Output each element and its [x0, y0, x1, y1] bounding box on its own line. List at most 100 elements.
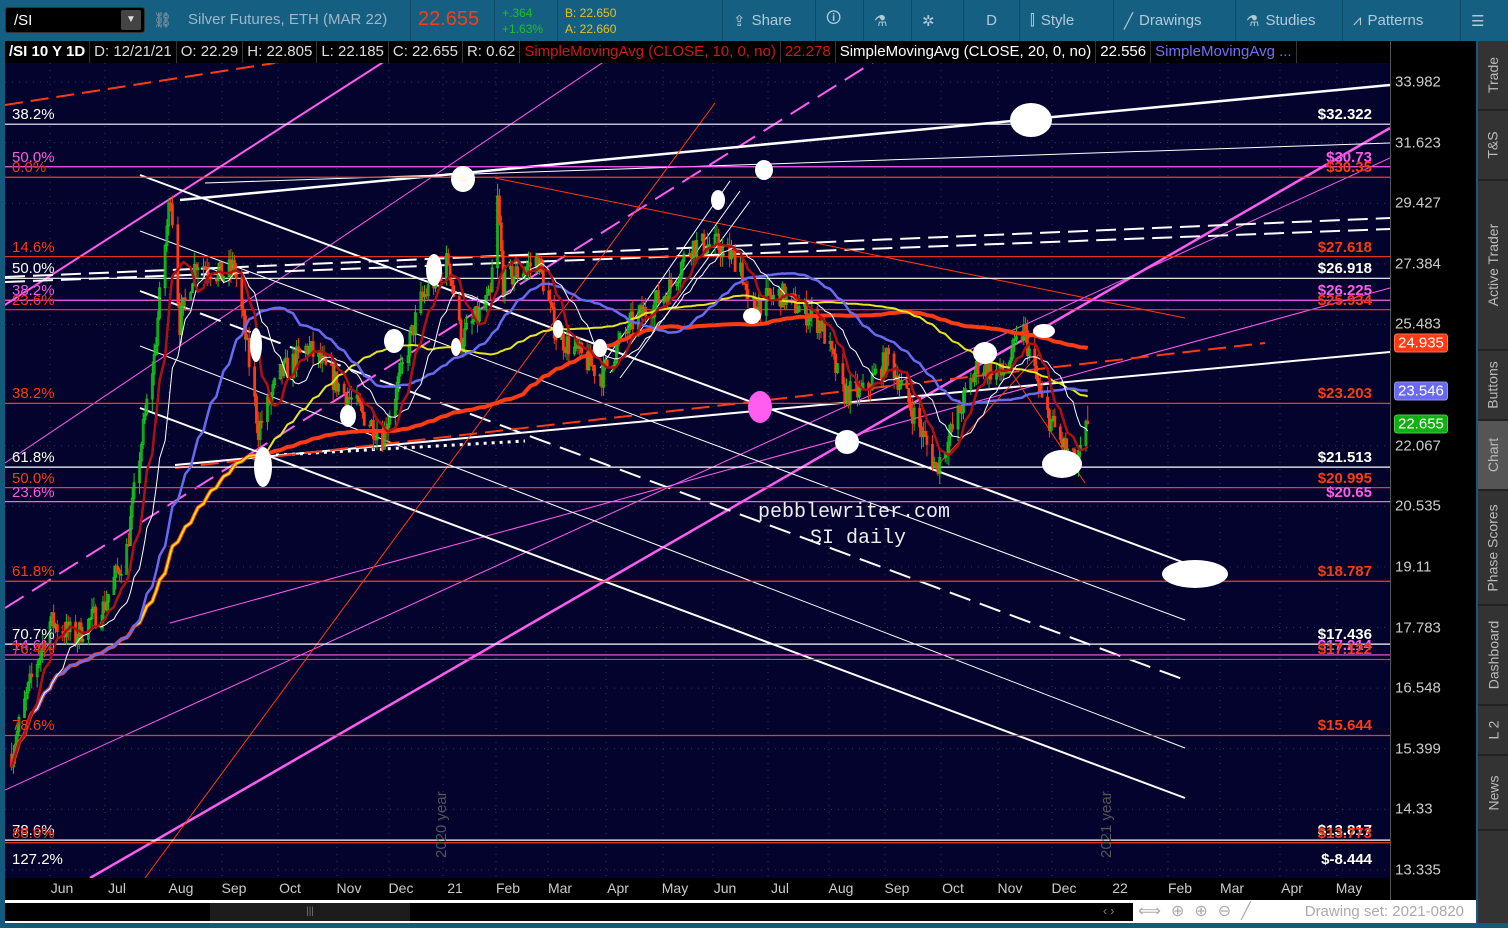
style-button[interactable]: ⫿ Style: [1019, 0, 1084, 41]
pan-icon[interactable]: ⟺: [1138, 901, 1161, 921]
grid: [5, 63, 1390, 878]
sidebar-tab-dashboard[interactable]: Dashboard: [1478, 606, 1508, 706]
legend-sma50[interactable]: SimpleMovingAvg ...: [1151, 41, 1297, 63]
time-tick: 22: [1112, 880, 1128, 896]
time-tick: Apr: [1281, 880, 1303, 896]
legend-sma20[interactable]: SimpleMovingAvg (CLOSE, 20, 0, no): [836, 41, 1097, 63]
sidebar-tab-chart[interactable]: Chart: [1478, 421, 1508, 491]
sidebar-tab-label: Dashboard: [1485, 620, 1501, 690]
sidebar-tab-trade[interactable]: Trade: [1478, 41, 1508, 111]
patterns-button[interactable]: ⩘ Patterns: [1342, 0, 1433, 41]
zoom-in-icon[interactable]: ⊕: [1194, 901, 1207, 921]
time-tick: Aug: [168, 880, 194, 896]
draw-line-icon[interactable]: ╱: [1241, 901, 1251, 921]
sidebar-tab-label: Phase Scores: [1485, 503, 1502, 592]
flask-button[interactable]: ⚗: [863, 0, 911, 41]
legend-sma10[interactable]: SimpleMovingAvg (CLOSE, 10, 0, no): [520, 41, 781, 63]
menu-button[interactable]: ☰: [1460, 0, 1508, 41]
pencil-line-icon: ╱: [1124, 12, 1134, 30]
price-axis[interactable]: 33.982 31.623 29.427 27.384 25.483 22.067 20.5…: [1390, 41, 1476, 901]
list-icon: ☰: [1471, 12, 1485, 30]
candle-body: [359, 401, 362, 407]
candle-body: [233, 259, 236, 271]
candle-body: [768, 288, 772, 297]
zoom-out-icon[interactable]: ⊖: [1218, 901, 1231, 921]
scroll-arrows-icon[interactable]: ‹ ›: [1103, 904, 1114, 918]
candle-body: [260, 420, 264, 423]
candle-body: [593, 365, 596, 376]
level-fib-label: 61.8%: [12, 449, 55, 467]
price-tick: 19.11: [1395, 558, 1432, 576]
chart-title: /SI 10 Y 1D: [5, 41, 91, 63]
candle-body: [867, 382, 870, 389]
scrollbar-thumb[interactable]: |||: [210, 903, 410, 921]
time-tick: May: [661, 880, 689, 896]
candle-body: [656, 290, 660, 304]
share-button[interactable]: ⇪ Share: [722, 0, 802, 41]
info-icon: 🛈: [826, 10, 842, 27]
time-axis[interactable]: Jun Jul Aug Sep Oct Nov Dec 21 Feb Mar Apr May Jun Ju…: [5, 878, 1390, 900]
candle-body: [1053, 415, 1057, 428]
link-icon[interactable]: ⛓: [153, 11, 172, 29]
info-button[interactable]: 🛈: [815, 0, 863, 41]
studies-button[interactable]: ⚗ Studies: [1235, 0, 1326, 41]
marker-ellipse: [973, 342, 997, 364]
sidebar-tab-label: T&S: [1484, 131, 1501, 159]
candle-body: [362, 411, 366, 426]
candle-body: [925, 435, 929, 445]
watermark-site: pebblewriter.com: [758, 501, 951, 524]
time-tick: Sep: [884, 880, 910, 896]
price-tick: 13.335: [1395, 861, 1441, 879]
flask-icon: ⚗: [1246, 12, 1260, 30]
level-price-label: $27.618: [1317, 238, 1372, 256]
level-price-label: $21.513: [1317, 449, 1372, 467]
fib-levels: [5, 123, 1390, 844]
marker-ellipse: [451, 166, 475, 192]
settings-button[interactable]: ✲: [911, 0, 963, 41]
sidebar-tab-active-trader[interactable]: Active Trader: [1478, 181, 1508, 351]
marker-ellipse-magenta: [748, 391, 772, 423]
candle-body: [255, 395, 258, 424]
candle-body: [1058, 426, 1062, 440]
sidebar-tab-l-2[interactable]: L 2: [1478, 706, 1508, 756]
legend-close: C: 22.655: [389, 41, 463, 63]
candle-body: [118, 569, 121, 575]
drawing-set-selector[interactable]: Drawing set: 2021-0820: [1305, 903, 1464, 920]
legend-open: O: 22.29: [177, 41, 244, 63]
period-button[interactable]: D: [963, 0, 1019, 41]
bottom-bar: ||| ‹ › ⟺ ⊕ ⊕ ⊖ ╱ Drawing set: 2021-0820: [5, 900, 1476, 923]
marker-ellipse: [1010, 103, 1052, 137]
candle-body: [30, 673, 34, 678]
chevron-down-icon[interactable]: ▼: [121, 10, 141, 30]
price-tick: 29.427: [1395, 194, 1441, 212]
symbol-selector[interactable]: /SI ▼: [5, 7, 145, 33]
sidebar-tab-buttons[interactable]: Buttons: [1478, 351, 1508, 421]
price-tick: 15.399: [1395, 740, 1441, 758]
horizontal-scrollbar[interactable]: ||| ‹ ›: [5, 903, 1133, 921]
crosshair-icon[interactable]: ⊕: [1171, 901, 1184, 921]
candle-body: [240, 277, 244, 310]
candle-body: [892, 353, 896, 379]
candle-body: [605, 359, 609, 367]
candle-body: [242, 308, 246, 317]
level-fib-label: 50.0%: [12, 260, 55, 278]
drawings-button[interactable]: ╱ Drawings: [1113, 0, 1212, 41]
marker-ellipse: [451, 338, 461, 356]
chart-area[interactable]: $32.322 38.2% $30.73 50.0% $30.35 0.0% $27.618…: [5, 63, 1390, 878]
candle-body: [541, 269, 545, 292]
time-tick: 21: [447, 880, 463, 896]
candle-body: [361, 405, 364, 413]
price-badge: 22.655: [1394, 414, 1448, 434]
time-tick: Nov: [997, 880, 1023, 896]
level-fib-label: 23.6%: [12, 483, 55, 501]
time-tick: Feb: [495, 880, 521, 896]
sidebar-tab-t-s[interactable]: T&S: [1478, 111, 1508, 181]
candle-body: [909, 401, 912, 411]
sidebar-tab-news[interactable]: News: [1478, 756, 1508, 831]
right-sidebar: Trade T&S Active Trader Buttons Chart Phase S…: [1478, 41, 1508, 923]
net-change: +.364: [502, 6, 533, 20]
sidebar-tab-phase-scores[interactable]: Phase Scores: [1478, 491, 1508, 606]
candle-body: [342, 383, 346, 394]
level-fib-label: 38.2%: [12, 385, 55, 403]
candle-body: [324, 356, 328, 365]
